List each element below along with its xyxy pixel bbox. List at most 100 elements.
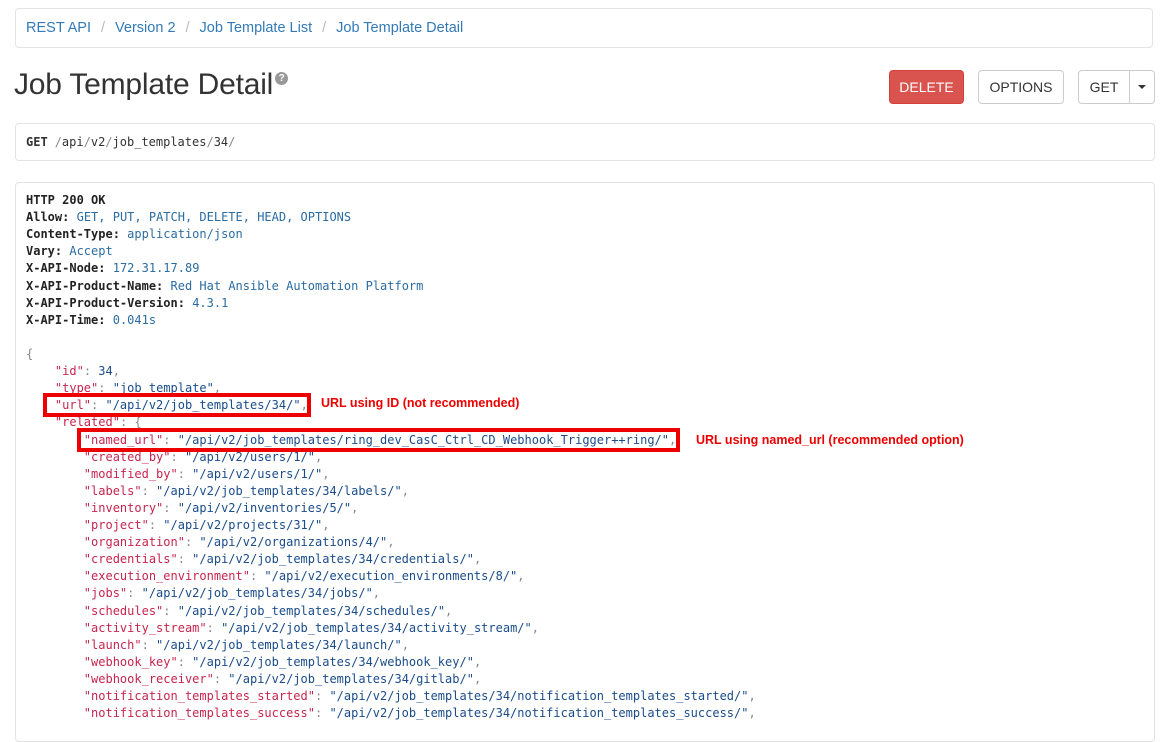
json-value[interactable]: "/api/v2/job_templates/34/gitlab/" xyxy=(228,672,474,686)
header-value: Red Hat Ansible Automation Platform xyxy=(170,278,424,293)
json-line: "notification_templates_success": "/api/… xyxy=(83,706,756,721)
json-key: "webhook_key" xyxy=(83,654,178,669)
help-icon[interactable]: ? xyxy=(275,72,289,85)
json-key: "activity_stream" xyxy=(83,620,207,635)
header-name: Vary: xyxy=(26,244,63,259)
json-value[interactable]: "/api/v2/job_templates/34/launch/" xyxy=(156,638,402,652)
get-button[interactable]: GET xyxy=(1078,70,1130,104)
highlight-url-box xyxy=(43,393,311,417)
response-header: X-API-Product-Version: 4.3.1 xyxy=(26,295,228,312)
response-header: X-API-Time: 0.041s xyxy=(26,312,156,329)
json-key: "inventory" xyxy=(83,500,164,515)
json-value[interactable]: "/api/v2/job_templates/34/credentials/" xyxy=(192,552,474,566)
json-value[interactable]: "/api/v2/job_templates/34/activity_strea… xyxy=(221,621,532,635)
breadcrumb-separator: / xyxy=(185,20,190,36)
header-value: 4.3.1 xyxy=(192,295,229,310)
json-line: "id": 34, xyxy=(54,364,120,379)
json-key: "credentials" xyxy=(83,552,178,567)
path-separator: / xyxy=(105,135,113,149)
path-segment: job_templates xyxy=(112,135,207,149)
response-header: Vary: Accept xyxy=(26,243,113,260)
json-brace: { xyxy=(26,347,34,361)
json-line: "webhook_key": "/api/v2/job_templates/34… xyxy=(83,654,482,669)
json-value[interactable]: "/api/v2/projects/31/" xyxy=(163,518,322,532)
header-name: X-API-Node: xyxy=(26,261,106,276)
json-key: "notification_templates_started" xyxy=(83,689,315,703)
header-name: Content-Type: xyxy=(26,227,120,242)
response-header: Allow: GET, PUT, PATCH, DELETE, HEAD, OP… xyxy=(26,209,351,226)
header-value: Accept xyxy=(69,244,113,259)
json-key: "notification_templates_success" xyxy=(83,706,315,721)
breadcrumb-job-template-list[interactable]: Job Template List xyxy=(200,20,313,36)
annotation-named-url-note: URL using named_url (recommended option) xyxy=(696,433,964,447)
json-value[interactable]: "/api/v2/job_templates/34/notification_t… xyxy=(329,706,748,720)
header-value: GET, PUT, PATCH, DELETE, HEAD, OPTIONS xyxy=(76,210,352,225)
json-line: "webhook_receiver": "/api/v2/job_templat… xyxy=(83,671,482,686)
options-button[interactable]: OPTIONS xyxy=(978,70,1064,104)
json-value[interactable]: "/api/v2/organizations/4/" xyxy=(199,535,387,549)
json-line: "organization": "/api/v2/organizations/4… xyxy=(83,535,395,550)
json-value[interactable]: "/api/v2/job_templates/34/notification_t… xyxy=(329,689,748,703)
breadcrumb-separator: / xyxy=(322,20,327,36)
path-separator: / xyxy=(54,135,62,149)
page-title-text: Job Template Detail xyxy=(14,68,274,101)
json-line: "launch": "/api/v2/job_templates/34/laun… xyxy=(83,637,409,652)
json-key: "labels" xyxy=(83,483,142,498)
path-separator: / xyxy=(228,135,236,149)
page-title: Job Template Detail? xyxy=(14,68,289,102)
json-value[interactable]: "/api/v2/job_templates/34/webhook_key/" xyxy=(192,655,474,669)
json-key: "schedules" xyxy=(83,603,164,618)
json-value[interactable]: "/api/v2/execution_environments/8/" xyxy=(264,569,517,583)
breadcrumb-version-2[interactable]: Version 2 xyxy=(115,20,175,36)
json-line: "labels": "/api/v2/job_templates/34/labe… xyxy=(83,483,409,498)
path-separator: / xyxy=(83,135,91,149)
json-line: "credentials": "/api/v2/job_templates/34… xyxy=(83,552,482,567)
path-segment: api xyxy=(61,135,84,149)
json-line: "inventory": "/api/v2/inventories/5/", xyxy=(83,500,359,515)
get-format-dropdown-toggle[interactable] xyxy=(1129,70,1155,104)
path-segment: v2 xyxy=(90,135,106,149)
json-line: "project": "/api/v2/projects/31/", xyxy=(83,518,330,532)
path-separator: / xyxy=(206,135,214,149)
json-key: "id" xyxy=(54,364,84,379)
header-value: 172.31.17.89 xyxy=(112,261,200,276)
json-key: "modified_by" xyxy=(83,466,178,481)
json-value[interactable]: "/api/v2/users/1/" xyxy=(192,467,322,481)
highlight-named-url-box xyxy=(77,428,680,452)
json-line: "notification_templates_started": "/api/… xyxy=(83,689,756,703)
response-header: X-API-Node: 172.31.17.89 xyxy=(26,260,199,277)
header-name: X-API-Product-Version: xyxy=(26,295,185,310)
breadcrumb-job-template-detail[interactable]: Job Template Detail xyxy=(336,20,463,36)
json-key: "project" xyxy=(83,518,149,532)
json-key: "launch" xyxy=(83,637,142,652)
header-name: Allow: xyxy=(26,210,70,225)
annotation-url-note: URL using ID (not recommended) xyxy=(321,396,520,410)
delete-button[interactable]: DELETE xyxy=(889,70,964,104)
json-value[interactable]: "/api/v2/job_templates/34/jobs/" xyxy=(142,586,373,600)
json-line: { xyxy=(26,346,33,363)
header-name: X-API-Product-Name: xyxy=(26,278,164,293)
json-line: "modified_by": "/api/v2/users/1/", xyxy=(83,466,330,481)
json-line: "schedules": "/api/v2/job_templates/34/s… xyxy=(83,603,453,618)
json-key: "jobs" xyxy=(83,586,128,601)
json-value[interactable]: "/api/v2/job_templates/34/schedules/" xyxy=(178,604,445,618)
path-segment: 34 xyxy=(213,135,229,149)
header-name: X-API-Time: xyxy=(26,312,106,327)
response-panel: HTTP 200 OK Allow: GET, PUT, PATCH, DELE… xyxy=(15,182,1155,742)
header-value: application/json xyxy=(127,227,243,242)
request-line: GET / api / v2/job_templates/34/ xyxy=(15,123,1155,161)
json-line: "activity_stream": "/api/v2/job_template… xyxy=(83,620,539,635)
json-key: "webhook_receiver" xyxy=(83,671,214,686)
response-status: HTTP 200 OK xyxy=(26,193,106,207)
json-line: "execution_environment": "/api/v2/execut… xyxy=(83,569,525,584)
json-line: "jobs": "/api/v2/job_templates/34/jobs/"… xyxy=(83,586,381,601)
json-value[interactable]: "/api/v2/job_templates/34/labels/" xyxy=(156,484,402,498)
request-method: GET xyxy=(26,135,48,149)
json-value[interactable]: "/api/v2/inventories/5/" xyxy=(178,501,351,515)
response-header: X-API-Product-Name: Red Hat Ansible Auto… xyxy=(26,278,423,295)
json-key: "execution_environment" xyxy=(83,569,250,584)
breadcrumb-separator: / xyxy=(101,20,106,36)
breadcrumb-rest-api[interactable]: REST API xyxy=(26,20,91,36)
json-value: 34 xyxy=(98,364,113,379)
response-header: Content-Type: application/json xyxy=(26,226,243,243)
